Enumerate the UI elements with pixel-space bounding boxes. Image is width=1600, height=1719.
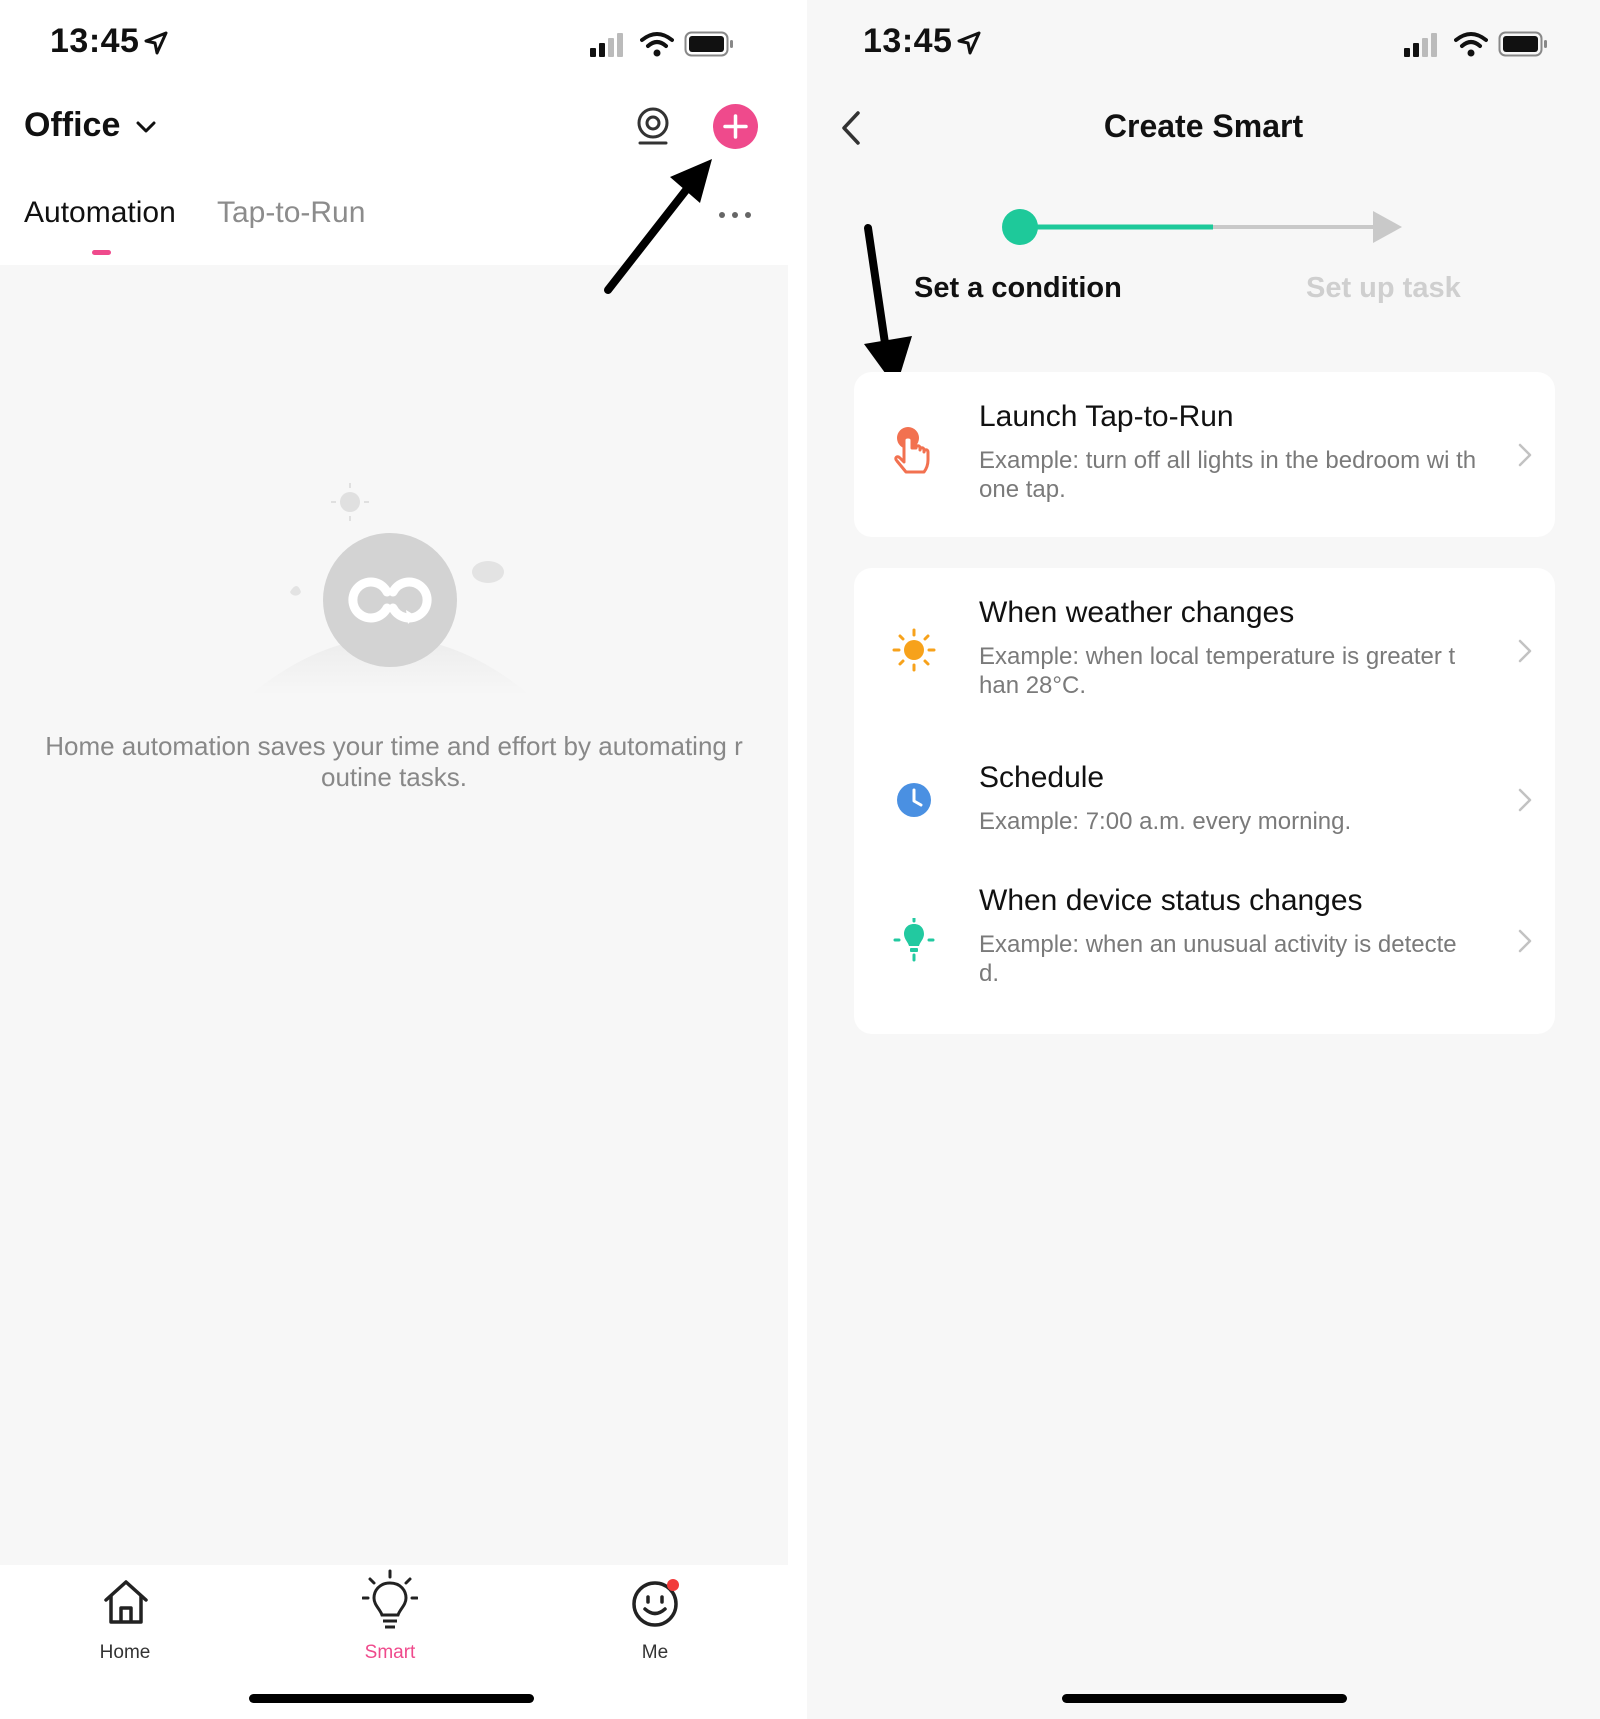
notification-badge <box>667 1579 679 1591</box>
status-bar: 13:45 <box>807 0 1600 90</box>
step-progress <box>1002 209 1402 245</box>
row-title: Schedule <box>979 761 1105 794</box>
left-phone-screen: 13:45 Office Automation Tap-to-Run Home … <box>0 0 788 1719</box>
step-set-up-task: Set up task <box>1306 272 1461 304</box>
signal-icon <box>1404 33 1437 57</box>
home-selector[interactable]: Office <box>24 106 156 145</box>
row-subtitle: Example: when local temperature is great… <box>979 643 1456 699</box>
lightbulb-icon <box>362 1569 418 1629</box>
plus-icon <box>723 114 748 139</box>
empty-state-message: Home automation saves your time and effo… <box>45 731 743 792</box>
nav-me-label: Me <box>641 1642 669 1663</box>
home-indicator <box>249 1694 534 1703</box>
row-subtitle: Example: 7:00 a.m. every morning. <box>979 808 1352 835</box>
row-subtitle: Example: when an unusual activity is det… <box>979 931 1457 987</box>
wifi-icon <box>640 32 674 57</box>
nav-smart[interactable]: Smart <box>320 1565 460 1675</box>
more-options-icon[interactable] <box>717 208 753 222</box>
row-subtitle: Example: turn off all lights in the bedr… <box>979 447 1477 503</box>
chevron-right-icon <box>1518 443 1532 467</box>
home-indicator <box>1062 1694 1347 1703</box>
condition-row-weather[interactable]: When weather changes Example: when local… <box>854 568 1555 733</box>
condition-row-device-status[interactable]: When device status changes Example: when… <box>854 868 1555 1034</box>
nav-smart-label: Smart <box>364 1642 416 1663</box>
step-arrow-icon <box>1373 211 1402 243</box>
battery-icon <box>1498 31 1547 57</box>
location-arrow-icon <box>144 31 168 55</box>
chevron-right-icon <box>1518 929 1532 953</box>
chevron-right-icon <box>1518 788 1532 812</box>
step-set-condition: Set a condition <box>914 272 1122 304</box>
battery-icon <box>684 31 733 57</box>
chevron-down-icon <box>136 121 156 133</box>
chevron-right-icon <box>1518 639 1532 663</box>
home-icon <box>104 1580 148 1624</box>
row-title: When weather changes <box>979 596 1295 629</box>
tab-tap-to-run[interactable]: Tap-to-Run <box>217 196 365 230</box>
status-time: 13:45 <box>863 22 953 60</box>
add-smart-button[interactable] <box>713 104 758 149</box>
condition-row-schedule[interactable]: Schedule Example: 7:00 a.m. every mornin… <box>854 733 1555 868</box>
row-title: When device status changes <box>979 884 1363 917</box>
home-name: Office <box>24 106 121 144</box>
signal-icon <box>590 33 623 57</box>
active-tab-indicator <box>92 250 111 255</box>
page-title: Create Smart <box>1103 108 1304 144</box>
clock-icon <box>897 783 931 817</box>
condition-card-triggers: When weather changes Example: when local… <box>854 568 1555 1034</box>
location-arrow-icon <box>957 31 981 55</box>
device-bulb-icon <box>893 918 935 962</box>
nav-home-label: Home <box>99 1642 151 1663</box>
annotation-arrow-icon <box>864 224 912 388</box>
status-bar: 13:45 <box>0 0 788 90</box>
tap-hand-icon <box>894 427 930 474</box>
condition-row-launch-tap-to-run[interactable]: Launch Tap-to-Run Example: turn off all … <box>854 372 1555 537</box>
step-current-dot <box>1002 209 1038 245</box>
condition-card-tap-to-run: Launch Tap-to-Run Example: turn off all … <box>854 372 1555 537</box>
face-icon <box>632 1579 679 1627</box>
tab-automation[interactable]: Automation <box>24 196 176 230</box>
camera-icon[interactable] <box>636 107 670 147</box>
sun-icon <box>892 628 936 672</box>
row-title: Launch Tap-to-Run <box>979 400 1234 433</box>
wifi-icon <box>1454 32 1488 57</box>
automation-empty-illustration <box>250 483 530 695</box>
nav-home[interactable]: Home <box>55 1565 195 1675</box>
status-time: 13:45 <box>50 22 140 60</box>
right-phone-screen: 13:45 Create Smart Set a condition Set u… <box>807 0 1600 1719</box>
nav-me[interactable]: Me <box>585 1565 725 1675</box>
annotation-arrow-icon <box>604 159 712 294</box>
